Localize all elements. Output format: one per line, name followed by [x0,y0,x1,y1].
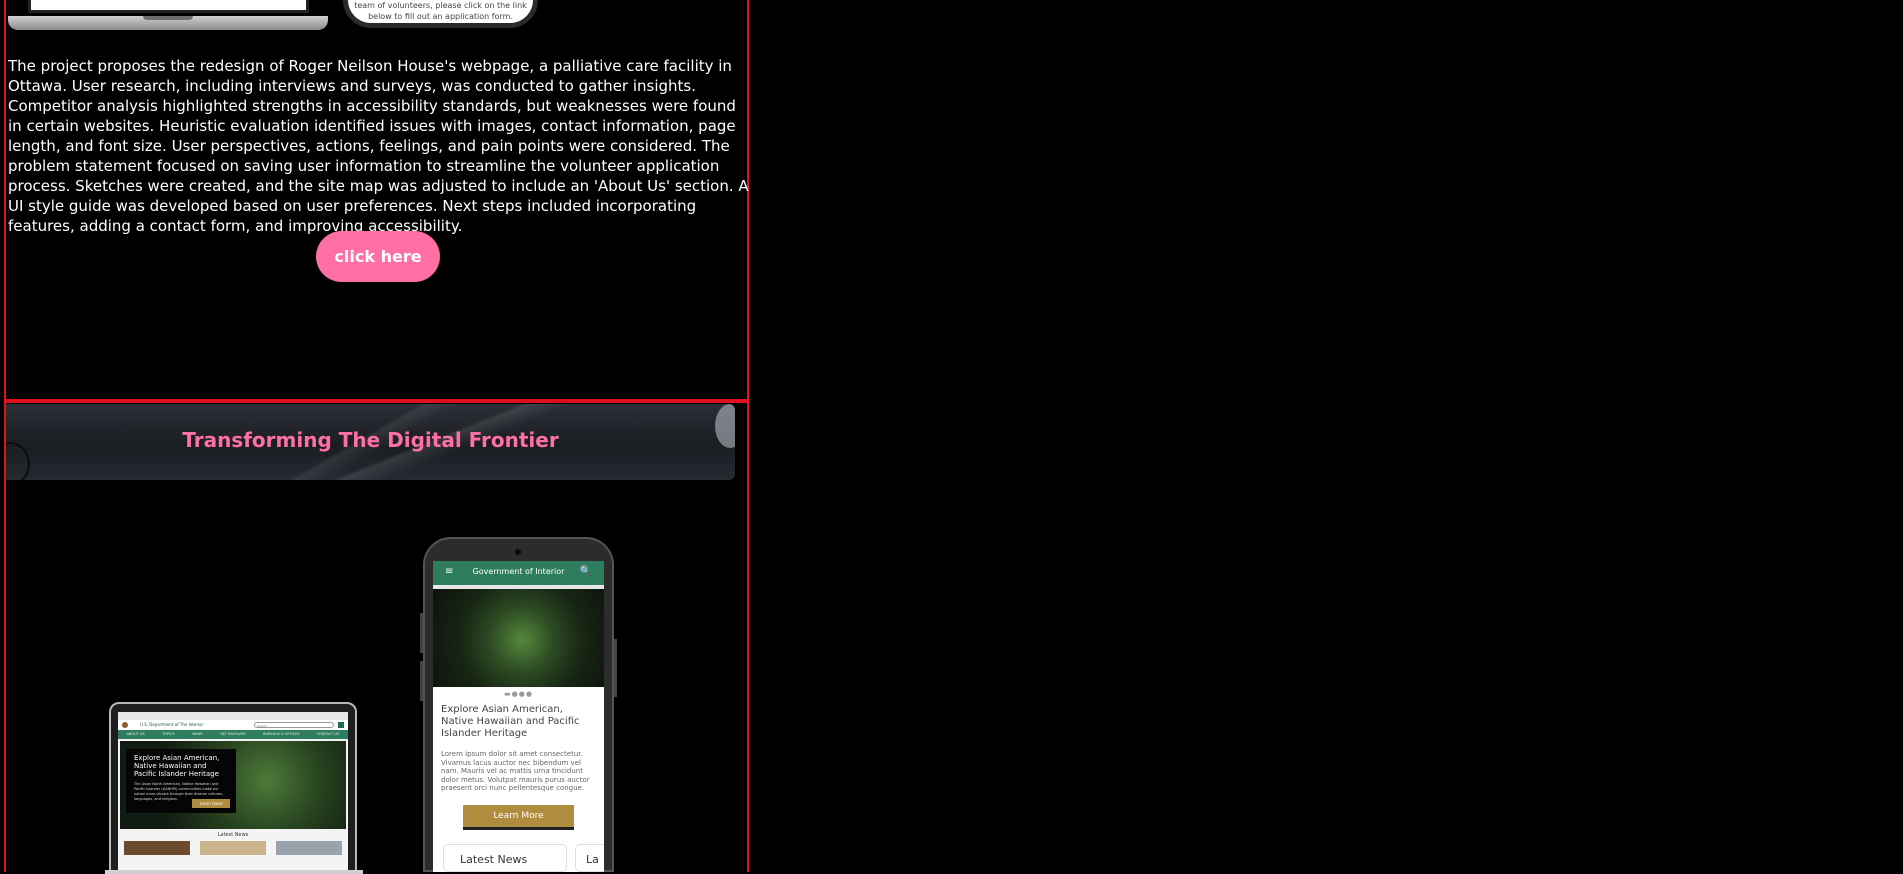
doi-seal-icon [122,722,128,728]
phone-volume-up [420,613,423,653]
learn-more-button[interactable]: Learn More [463,804,574,830]
nav-item-contact[interactable]: CONTACT US [317,730,340,739]
hero-body: Lorem ipsum dolor sit amet consectetur. … [441,750,590,792]
phone-camera [515,549,521,555]
hero-image: Explore Asian American, Native Hawaiian … [120,741,346,829]
app-header: ≡ Government of Interior 🔍 [433,561,604,589]
search-icon[interactable]: 🔍 [580,561,592,583]
nav-item-get-involved[interactable]: GET INVOLVED [220,730,246,739]
laptop-base [105,870,363,874]
nav-item-bureaus[interactable]: BUREAUS & OFFICES [263,730,299,739]
laptop-mockup-partial [8,0,328,30]
click-here-button[interactable]: click here [316,231,440,282]
phone-volume-down [420,661,423,701]
news-thumbnails [118,838,348,858]
nav-item-topics[interactable]: TOPICS [162,730,175,739]
hamburger-menu-icon[interactable]: ≡ [445,561,453,583]
site-search-icon[interactable] [338,722,344,728]
hero-image [433,589,604,687]
hero-card-title: Explore Asian American, Native Hawaiian … [134,754,220,778]
phone-application-text: team of volunteers, please click on the … [354,1,527,21]
phone-screen: ≡ Government of Interior 🔍 ▬●●● Explore … [433,561,604,872]
nav-item-about[interactable]: ABOUT US [127,730,145,739]
nav-item-news[interactable]: NEWS [192,730,203,739]
phone-power-button [614,639,617,697]
site-nav: ABOUT US TOPICS NEWS GET INVOLVED BUREAU… [118,730,348,739]
header-strip [433,585,604,589]
browser-bar [118,712,348,720]
banner-title: Transforming The Digital Frontier [182,428,559,452]
news-thumbnail[interactable] [200,841,266,855]
tab-latest-news[interactable]: Latest News [443,844,567,872]
laptop-screen: U.S. Department of The Interior Search A… [118,712,348,872]
laptop-screen [28,0,309,13]
news-thumbnail[interactable] [124,841,190,855]
app-header-title: Government of Interior [472,567,565,576]
tab-latest-news-2[interactable]: La [575,844,604,872]
hero-card: Explore Asian American, Native Hawaiian … [126,749,236,813]
news-thumbnail[interactable] [276,841,342,855]
carousel-dots[interactable]: ▬●●● [433,690,604,698]
project-description: The project proposes the redesign of Rog… [8,57,749,235]
site-header-title: U.S. Department of The Interior [140,722,204,727]
phone-mockup-partial: team of volunteers, please click on the … [343,0,538,28]
hero-title: Explore Asian American, Native Hawaiian … [441,704,580,739]
section-banner: Transforming The Digital Frontier [6,404,735,480]
phone-mockup: ≡ Government of Interior 🔍 ▬●●● Explore … [420,537,617,872]
laptop-notch [143,16,193,20]
site-search-input[interactable]: Search [254,722,334,728]
news-tabs: Latest News La [443,844,604,872]
laptop-mockup: U.S. Department of The Interior Search A… [105,702,363,874]
site-header: U.S. Department of The Interior Search [118,720,348,730]
hero-learn-more-button[interactable]: Learn more [192,799,230,808]
